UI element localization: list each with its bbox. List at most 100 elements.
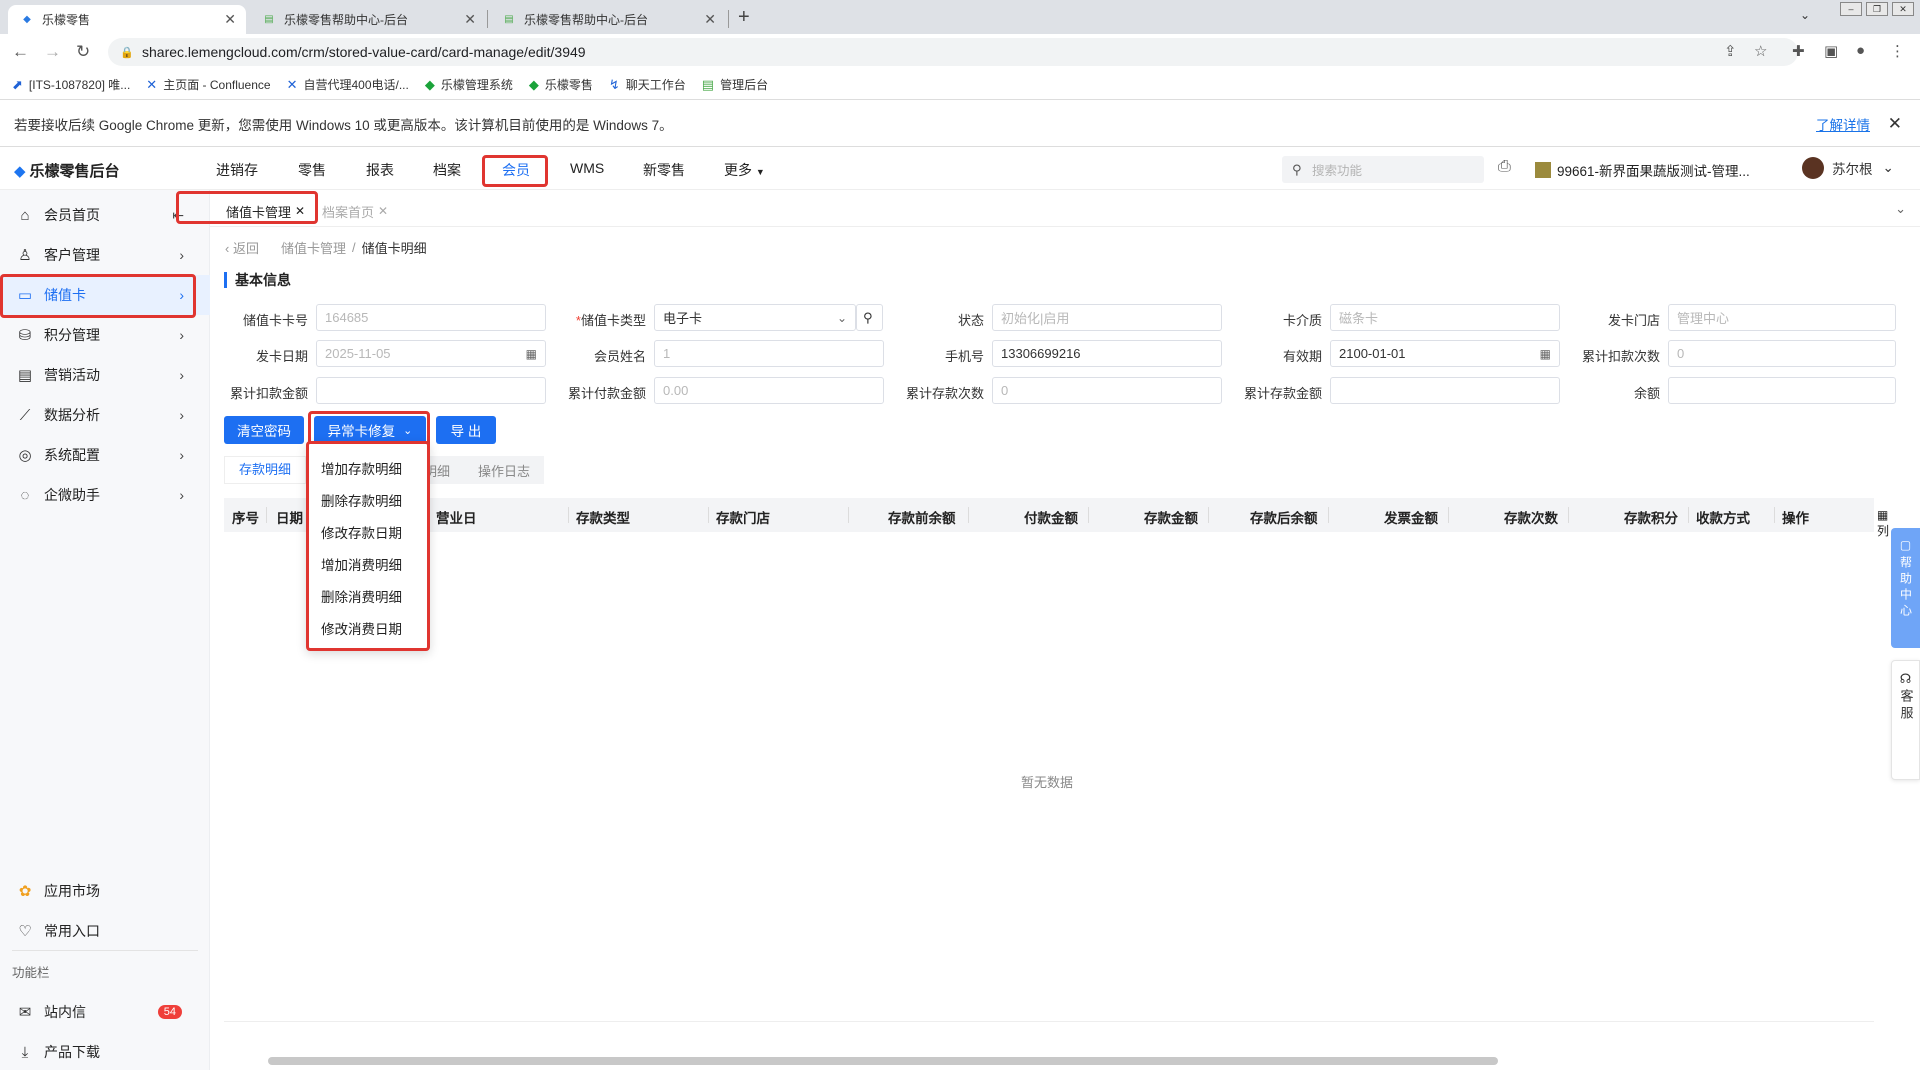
- bookmark-item[interactable]: ◆ 乐檬零售: [529, 76, 593, 93]
- page-tab-archive-home[interactable]: 档案首页 ✕: [314, 199, 396, 223]
- menu-item-delete-consume[interactable]: 删除消费明细: [321, 586, 402, 606]
- close-tab-icon[interactable]: ✕: [704, 11, 716, 28]
- issue-store-field[interactable]: 管理中心: [1668, 304, 1896, 331]
- tab-consume-detail[interactable]: 明细: [424, 461, 464, 480]
- chrome-menu-icon[interactable]: ⋮: [1890, 42, 1905, 60]
- bookmark-item[interactable]: ✕ 主页面 - Confluence: [146, 76, 270, 93]
- menu-new-retail[interactable]: 新零售: [643, 160, 685, 180]
- profile-icon[interactable]: ●: [1856, 42, 1865, 59]
- sidebar-item-inbox[interactable]: ✉ 站内信 54: [0, 992, 210, 1032]
- forward-icon[interactable]: →: [44, 42, 61, 62]
- deduct-count-field[interactable]: 0: [1668, 340, 1896, 367]
- lock-icon: 🔒: [120, 46, 134, 59]
- minimize-icon[interactable]: –: [1840, 2, 1862, 16]
- menu-report[interactable]: 报表: [366, 160, 394, 180]
- breadcrumb-parent[interactable]: 储值卡管理: [281, 238, 346, 257]
- tab-operation-log[interactable]: 操作日志: [464, 461, 544, 480]
- restore-icon[interactable]: ❐: [1866, 2, 1888, 16]
- menu-inventory[interactable]: 进销存: [216, 160, 258, 180]
- phone-field[interactable]: 13306699216: [992, 340, 1222, 367]
- bookmark-item[interactable]: ⬈ [ITS-1087820] 唯...: [12, 76, 130, 93]
- deposit-count-field[interactable]: 0: [992, 377, 1222, 404]
- col-balance-before: 存款前余额: [888, 511, 956, 526]
- tab-deposit-detail[interactable]: 存款明细: [224, 456, 307, 484]
- card-type-search-button[interactable]: ⚲: [856, 304, 883, 331]
- extensions-icon[interactable]: ✚: [1792, 42, 1805, 60]
- browser-tab[interactable]: ▤ 乐檬零售帮助中心-后台 ✕: [250, 5, 486, 34]
- back-link[interactable]: ‹ 返回: [225, 238, 259, 257]
- close-icon[interactable]: ✕: [378, 204, 388, 218]
- learn-more-link[interactable]: 了解详情: [1816, 114, 1870, 134]
- issue-date-field[interactable]: 2025-11-05 ▦: [316, 340, 546, 367]
- label-card-type: *储值卡类型: [575, 313, 646, 328]
- expiry-field[interactable]: 2100-01-01 ▦: [1330, 340, 1560, 367]
- bookmark-star-icon[interactable]: ☆: [1754, 42, 1767, 60]
- back-icon[interactable]: ←: [12, 42, 29, 62]
- sidebar-item-download[interactable]: ⤓ 产品下载: [0, 1032, 210, 1070]
- printer-icon[interactable]: ⎙: [1498, 158, 1511, 176]
- tab-search-icon[interactable]: ⌄: [1800, 8, 1810, 22]
- store-selector[interactable]: 99661-新界面果蔬版测试-管理...: [1535, 160, 1750, 180]
- customer-service-widget[interactable]: ☊ 客服: [1891, 660, 1920, 780]
- lemeng-logo-icon: ◆: [23, 14, 31, 25]
- close-tab-icon[interactable]: ✕: [224, 11, 236, 28]
- sidebar-item-wecom[interactable]: ◌ 企微助手 ›: [0, 475, 210, 515]
- url-field[interactable]: 🔒 sharec.lemengcloud.com/crm/stored-valu…: [108, 38, 1798, 66]
- close-infobar-icon[interactable]: ✕: [1888, 114, 1902, 134]
- menu-item-edit-consume-date[interactable]: 修改消费日期: [321, 618, 402, 638]
- help-center-widget[interactable]: ▢ 帮助中心: [1891, 528, 1920, 648]
- bookmark-item[interactable]: ✕ 自营代理400电话/...: [287, 76, 409, 93]
- balance-field[interactable]: [1668, 377, 1896, 404]
- sidebar-item-analytics[interactable]: ⟋ 数据分析 ›: [0, 395, 210, 435]
- sidepanel-icon[interactable]: ▣: [1824, 42, 1838, 60]
- pay-amount-field[interactable]: 0.00: [654, 377, 884, 404]
- function-search-input[interactable]: ⚲ 搜索功能: [1282, 156, 1484, 183]
- page-tabs: 储值卡管理 ✕ 档案首页 ✕ ⌄: [210, 193, 1920, 227]
- menu-more[interactable]: 更多 ▼: [724, 160, 765, 180]
- deduct-amount-field[interactable]: [316, 377, 546, 404]
- card-type-select[interactable]: 电子卡 ⌄: [654, 304, 856, 331]
- menu-archive[interactable]: 档案: [433, 160, 461, 180]
- medium-field[interactable]: 磁条卡: [1330, 304, 1560, 331]
- bookmark-item[interactable]: ↯ 聊天工作台: [609, 76, 686, 93]
- horizontal-scrollbar[interactable]: [268, 1057, 1498, 1065]
- close-tab-icon[interactable]: ✕: [464, 11, 476, 28]
- label-deduct-count: 累计扣款次数: [1581, 349, 1660, 364]
- sidebar-item-shortcuts[interactable]: ♡ 常用入口: [0, 911, 210, 951]
- chevron-down-icon[interactable]: ⌄: [1895, 201, 1906, 217]
- share-icon[interactable]: ⇪: [1724, 42, 1737, 60]
- sidebar-item-customer[interactable]: ♙ 客户管理 ›: [0, 235, 210, 275]
- col-balance-after: 存款后余额: [1250, 511, 1318, 526]
- member-name-field[interactable]: 1: [654, 340, 884, 367]
- sidebar-item-app-market[interactable]: ✿ 应用市场: [0, 871, 210, 911]
- export-button[interactable]: 导 出: [436, 416, 496, 444]
- browser-tab[interactable]: ▤ 乐檬零售帮助中心-后台 ✕: [490, 5, 726, 34]
- sidebar-item-marketing[interactable]: ▤ 营销活动 ›: [0, 355, 210, 395]
- highlight-page-tab: [176, 191, 318, 224]
- app-logo[interactable]: ◆ 乐檬零售后台: [14, 160, 120, 181]
- user-menu[interactable]: 苏尔根 ⌄: [1802, 157, 1894, 179]
- menu-item-add-consume[interactable]: 增加消费明细: [321, 554, 402, 574]
- close-window-icon[interactable]: ✕: [1892, 2, 1914, 16]
- clear-password-button[interactable]: 清空密码: [224, 416, 304, 444]
- search-icon: ⚲: [1292, 161, 1302, 177]
- menu-item-add-deposit[interactable]: 增加存款明细: [321, 458, 402, 478]
- card-no-field[interactable]: 164685: [316, 304, 546, 331]
- deposit-amount-field[interactable]: [1330, 377, 1560, 404]
- menu-item-delete-deposit[interactable]: 删除存款明细: [321, 490, 402, 510]
- status-field[interactable]: 初始化|启用: [992, 304, 1222, 331]
- bookmark-item[interactable]: ▤ 管理后台: [702, 76, 768, 93]
- menu-wms[interactable]: WMS: [570, 160, 604, 176]
- col-deposit-points: 存款积分: [1624, 511, 1678, 526]
- browser-tab-active[interactable]: ◆ 乐檬零售 ✕: [8, 5, 246, 34]
- chevron-right-icon: ›: [179, 447, 184, 463]
- column-settings-icon[interactable]: ▦ 列: [1877, 508, 1889, 539]
- bookmark-item[interactable]: ◆ 乐檬管理系统: [425, 76, 513, 93]
- chevron-right-icon: ›: [179, 367, 184, 383]
- sidebar-item-settings[interactable]: ◎ 系统配置 ›: [0, 435, 210, 475]
- reload-icon[interactable]: ↻: [76, 42, 90, 62]
- menu-retail[interactable]: 零售: [298, 160, 326, 180]
- sidebar-item-points[interactable]: ⛁ 积分管理 ›: [0, 315, 210, 355]
- new-tab-icon[interactable]: +: [738, 6, 750, 29]
- menu-item-edit-deposit-date[interactable]: 修改存款日期: [321, 522, 402, 542]
